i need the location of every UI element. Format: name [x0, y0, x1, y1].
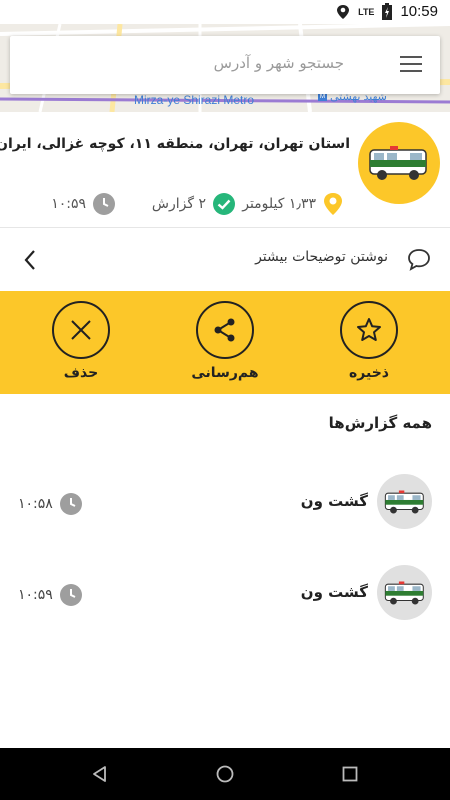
report-item[interactable]: گشت ون ۱۰:۵۹ [0, 565, 450, 625]
report-item[interactable]: گشت ون ۱۰:۵۸ [0, 474, 450, 534]
share-button[interactable]: هم‌رسانی [185, 301, 265, 391]
police-van-icon [377, 565, 432, 620]
home-nav-icon[interactable] [213, 762, 237, 786]
report-name: گشت ون [300, 492, 368, 510]
more-details-label: نوشتن توضیحات بیشتر [255, 249, 388, 265]
save-button[interactable]: ذخیره [329, 301, 409, 391]
report-time-text: ۱۰:۵۸ [18, 496, 53, 512]
save-label: ذخیره [349, 365, 389, 381]
metro-label: Mirza-ye Shirazi Metro [134, 93, 255, 107]
clock-icon [59, 584, 82, 606]
star-icon [357, 318, 381, 341]
time-text: ۱۰:۵۹ [51, 196, 86, 212]
action-bar: ذخیره هم‌رسانی حذف [0, 291, 450, 394]
police-van-icon [377, 474, 432, 529]
battery-icon [382, 3, 393, 20]
comment-icon [408, 249, 430, 271]
status-icons: LTE 10:59 [336, 3, 438, 20]
chevron-left-icon[interactable] [22, 248, 38, 272]
back-nav-icon[interactable] [88, 762, 112, 786]
address-text: استان تهران، تهران، منطقه ۱۱، کوچه غزالی… [0, 136, 350, 152]
distance-text: ۱٫۳۳ کیلومتر [242, 196, 316, 212]
save-ring [340, 301, 398, 359]
share-icon [214, 318, 235, 342]
menu-icon[interactable] [400, 56, 422, 74]
share-ring [196, 301, 254, 359]
reports-count-info: ۲ گزارش [152, 192, 236, 216]
reports-title: همه گزارش‌ها [328, 414, 432, 432]
delete-button[interactable]: حذف [41, 301, 121, 391]
delete-label: حذف [63, 365, 99, 381]
report-time: ۱۰:۵۸ [18, 492, 83, 516]
wifi-icon [337, 4, 350, 19]
share-label: هم‌رسانی [191, 365, 259, 381]
close-icon [71, 320, 91, 340]
check-circle-icon [213, 193, 235, 215]
clock-icon [59, 493, 82, 515]
location-pin-icon [324, 193, 342, 215]
search-card[interactable]: جستجو شهر و آدرس [10, 36, 440, 94]
report-time-text: ۱۰:۵۹ [18, 587, 53, 603]
status-bar: LTE 10:59 [0, 0, 450, 24]
distance-info: ۱٫۳۳ کیلومتر [242, 192, 344, 216]
time-info: ۱۰:۵۹ [51, 192, 116, 216]
status-time: 10:59 [400, 3, 438, 20]
delete-ring [52, 301, 110, 359]
navigation-bar [0, 748, 450, 800]
more-details-row[interactable]: نوشتن توضیحات بیشتر [0, 229, 450, 291]
report-time: ۱۰:۵۹ [18, 583, 83, 607]
reports-count-text: ۲ گزارش [151, 196, 206, 212]
clock-icon [93, 193, 115, 215]
police-van-icon [358, 122, 440, 204]
search-input[interactable]: جستجو شهر و آدرس [214, 54, 344, 72]
location-info: استان تهران، تهران، منطقه ۱۱، کوچه غزالی… [0, 112, 450, 228]
network-label: LTE [358, 6, 375, 17]
recent-apps-nav-icon[interactable] [338, 762, 362, 786]
report-name: گشت ون [300, 583, 368, 601]
